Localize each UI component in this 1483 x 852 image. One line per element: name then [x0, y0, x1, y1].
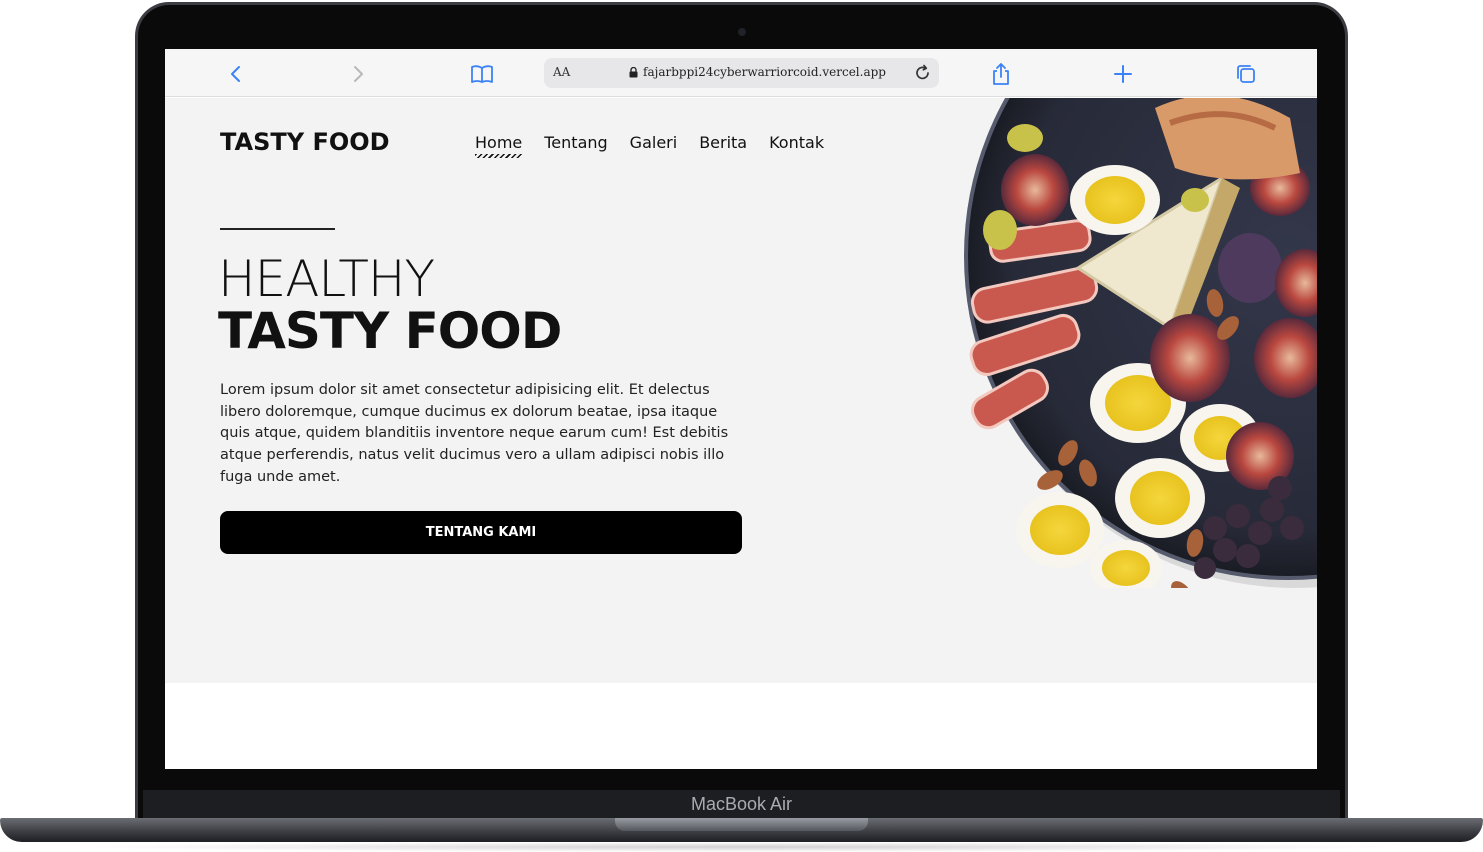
hero-divider	[220, 228, 335, 230]
site-logo[interactable]: TASTY FOOD	[220, 128, 390, 156]
hero-headline-thin: HEALTHY	[218, 250, 435, 308]
tabs-icon[interactable]	[1233, 61, 1259, 87]
back-icon[interactable]	[223, 61, 249, 87]
browser-toolbar: AA fajarbppi24cyberwarriorcoid.vercel.ap…	[165, 49, 1317, 97]
hero-paragraph: Lorem ipsum dolor sit amet consectetur a…	[220, 382, 729, 485]
browser-screen: AA fajarbppi24cyberwarriorcoid.vercel.ap…	[165, 49, 1317, 769]
new-tab-icon[interactable]	[1110, 61, 1136, 87]
url-text: fajarbppi24cyberwarriorcoid.vercel.app	[643, 65, 886, 79]
lock-icon	[629, 66, 638, 77]
laptop-shadow	[60, 842, 1423, 852]
camera-icon	[738, 28, 746, 36]
text-size-button[interactable]: AA	[553, 65, 570, 79]
page-lower-section	[165, 683, 1317, 769]
address-bar[interactable]: AA fajarbppi24cyberwarriorcoid.vercel.ap…	[544, 58, 939, 88]
device-brand-label: MacBook Air	[690, 794, 793, 814]
hero-headline-bold: TASTY FOOD	[218, 302, 562, 360]
forward-icon[interactable]	[345, 61, 371, 87]
bookmarks-icon[interactable]	[469, 61, 495, 87]
main-nav: Home Tentang Galeri Berita Kontak	[475, 133, 846, 158]
reload-icon[interactable]	[913, 63, 933, 83]
nav-tentang[interactable]: Tentang	[544, 133, 607, 152]
url-display[interactable]: fajarbppi24cyberwarriorcoid.vercel.app	[629, 65, 886, 79]
laptop-mockup: AA fajarbppi24cyberwarriorcoid.vercel.ap…	[0, 0, 1483, 852]
laptop-hinge-notch	[615, 818, 868, 831]
share-icon[interactable]	[988, 61, 1014, 87]
food-plate-image	[964, 98, 1317, 588]
tentang-kami-button[interactable]: TENTANG KAMI	[220, 511, 742, 554]
nav-home[interactable]: Home	[475, 133, 523, 158]
nav-berita[interactable]: Berita	[699, 133, 747, 152]
nav-galeri[interactable]: Galeri	[630, 133, 678, 152]
nav-kontak[interactable]: Kontak	[769, 133, 824, 152]
website-hero: TASTY FOOD Home Tentang Galeri Berita Ko…	[165, 98, 1317, 683]
